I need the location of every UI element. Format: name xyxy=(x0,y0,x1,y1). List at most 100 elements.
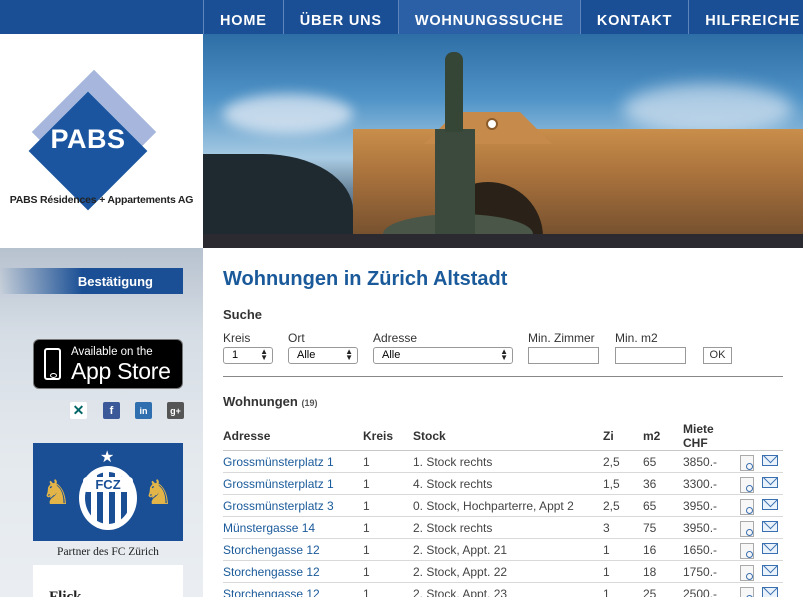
col-kreis[interactable]: Kreis xyxy=(363,422,413,451)
fcz-logo[interactable]: ★ ♞ ♞ FCZ xyxy=(33,443,183,541)
kreis-select[interactable]: 1 ▲ ▼ xyxy=(223,347,273,364)
logo-area[interactable]: PABS PABS Résidences + Appartements AG xyxy=(0,34,203,248)
kreis-select-value: 1 xyxy=(232,349,239,361)
view-details-icon[interactable] xyxy=(740,587,754,597)
row-stock: 2. Stock rechts xyxy=(413,516,603,539)
xing-icon[interactable]: ✕ xyxy=(70,402,87,419)
row-kreis: 1 xyxy=(363,560,413,583)
hero-statue-base xyxy=(435,129,475,248)
fcz-badge-text: FCZ xyxy=(83,477,133,492)
view-details-icon[interactable] xyxy=(740,521,754,537)
row-zi: 1,5 xyxy=(603,472,643,495)
row-stock: 2. Stock, Appt. 21 xyxy=(413,538,603,561)
row-stock: 0. Stock, Hochparterre, Appt 2 xyxy=(413,494,603,517)
col-miete[interactable]: Miete CHF xyxy=(683,422,740,451)
nav-ueber-uns[interactable]: ÜBER UNS xyxy=(282,0,398,34)
row-miete: 3300.- xyxy=(683,472,740,495)
min-zimmer-input[interactable] xyxy=(528,347,599,364)
col-stock[interactable]: Stock xyxy=(413,422,603,451)
hero-image xyxy=(203,34,803,248)
row-adresse[interactable]: Storchengasse 12 xyxy=(223,538,363,561)
hero-cloud xyxy=(623,84,793,134)
row-miete: 3950.- xyxy=(683,516,740,539)
lion-right-icon: ♞ xyxy=(143,474,174,512)
row-miete: 3950.- xyxy=(683,494,740,517)
nav-wohnungssuche[interactable]: WOHNUNGSSUCHE xyxy=(397,0,580,34)
row-m2: 75 xyxy=(643,516,683,539)
mail-icon[interactable] xyxy=(762,454,778,466)
col-zi[interactable]: Zi xyxy=(603,422,643,451)
results-title: Wohnungen (19) xyxy=(223,394,318,409)
row-stock: 2. Stock, Appt. 23 xyxy=(413,582,603,597)
select-arrows-icon: ▲ ▼ xyxy=(260,347,268,362)
row-m2: 65 xyxy=(643,494,683,517)
row-adresse[interactable]: Grossmünsterplatz 3 xyxy=(223,494,363,517)
row-miete: 3850.- xyxy=(683,450,740,473)
table-row: Grossmünsterplatz 1 1 1. Stock rechts 2,… xyxy=(223,450,783,473)
adresse-select[interactable]: Alle ▲ ▼ xyxy=(373,347,513,364)
view-details-icon[interactable] xyxy=(740,455,754,471)
row-adresse[interactable]: Storchengasse 12 xyxy=(223,560,363,583)
view-details-icon[interactable] xyxy=(740,499,754,515)
mail-icon[interactable] xyxy=(762,498,778,510)
view-details-icon[interactable] xyxy=(740,565,754,581)
mail-icon[interactable] xyxy=(762,476,778,488)
linkedin-icon[interactable]: in xyxy=(135,402,152,419)
row-zi: 1 xyxy=(603,560,643,583)
min-m2-label: Min. m2 xyxy=(615,331,658,345)
mail-icon[interactable] xyxy=(762,586,778,597)
appstore-badge[interactable]: Available on the App Store xyxy=(33,339,183,389)
row-m2: 16 xyxy=(643,538,683,561)
row-zi: 1 xyxy=(603,582,643,597)
results-title-text: Wohnungen xyxy=(223,394,298,409)
hero-statue xyxy=(445,52,463,132)
view-details-icon[interactable] xyxy=(740,543,754,559)
nav-hilfreiche-links[interactable]: HILFREICHE L xyxy=(688,0,803,34)
row-kreis: 1 xyxy=(363,472,413,495)
row-m2: 36 xyxy=(643,472,683,495)
table-row: Münstergasse 14 1 2. Stock rechts 3 75 3… xyxy=(223,516,783,539)
table-row: Grossmünsterplatz 1 1 4. Stock rechts 1,… xyxy=(223,472,783,495)
facebook-icon[interactable]: f xyxy=(103,402,120,419)
min-zimmer-label: Min. Zimmer xyxy=(528,331,595,345)
search-title: Suche xyxy=(223,307,263,322)
adresse-label: Adresse xyxy=(373,331,418,345)
row-stock: 1. Stock rechts xyxy=(413,450,603,473)
confirm-button[interactable]: Bestätigung xyxy=(0,268,183,294)
table-row: Storchengasse 12 1 2. Stock, Appt. 23 1 … xyxy=(223,582,783,597)
ort-label: Ort xyxy=(288,331,305,345)
mail-icon[interactable] xyxy=(762,520,778,532)
logo-caption: PABS Résidences + Appartements AG xyxy=(9,194,194,206)
results-table: Adresse Kreis Stock Zi m2 Miete CHF Gros… xyxy=(223,422,783,597)
row-adresse[interactable]: Grossmünsterplatz 1 xyxy=(223,450,363,473)
nav-home[interactable]: HOME xyxy=(203,0,283,34)
hero-cloud xyxy=(223,94,353,134)
row-adresse[interactable]: Grossmünsterplatz 1 xyxy=(223,472,363,495)
view-details-icon[interactable] xyxy=(740,477,754,493)
row-adresse[interactable]: Münstergasse 14 xyxy=(223,516,363,539)
page-title: Wohnungen in Zürich Altstadt xyxy=(223,268,508,290)
nav-kontakt[interactable]: KONTAKT xyxy=(579,0,688,34)
googleplus-icon[interactable]: g+ xyxy=(167,402,184,419)
row-zi: 2,5 xyxy=(603,494,643,517)
row-adresse[interactable]: Storchengasse 12 xyxy=(223,582,363,597)
min-m2-input[interactable] xyxy=(615,347,686,364)
sidebar-info-box: Flick xyxy=(33,565,183,597)
table-row: Storchengasse 12 1 2. Stock, Appt. 22 1 … xyxy=(223,560,783,583)
hero-ground xyxy=(203,234,803,248)
row-m2: 25 xyxy=(643,582,683,597)
divider xyxy=(223,376,783,377)
row-kreis: 1 xyxy=(363,582,413,597)
row-kreis: 1 xyxy=(363,450,413,473)
ort-select[interactable]: Alle ▲ ▼ xyxy=(288,347,358,364)
row-zi: 2,5 xyxy=(603,450,643,473)
col-adresse[interactable]: Adresse xyxy=(223,422,363,451)
mail-icon[interactable] xyxy=(762,564,778,576)
mail-icon[interactable] xyxy=(762,542,778,554)
ok-button[interactable]: OK xyxy=(703,347,732,364)
row-kreis: 1 xyxy=(363,516,413,539)
select-arrows-icon: ▲ ▼ xyxy=(345,347,353,362)
row-kreis: 1 xyxy=(363,538,413,561)
col-m2[interactable]: m2 xyxy=(643,422,683,451)
results-count: (19) xyxy=(301,398,318,408)
